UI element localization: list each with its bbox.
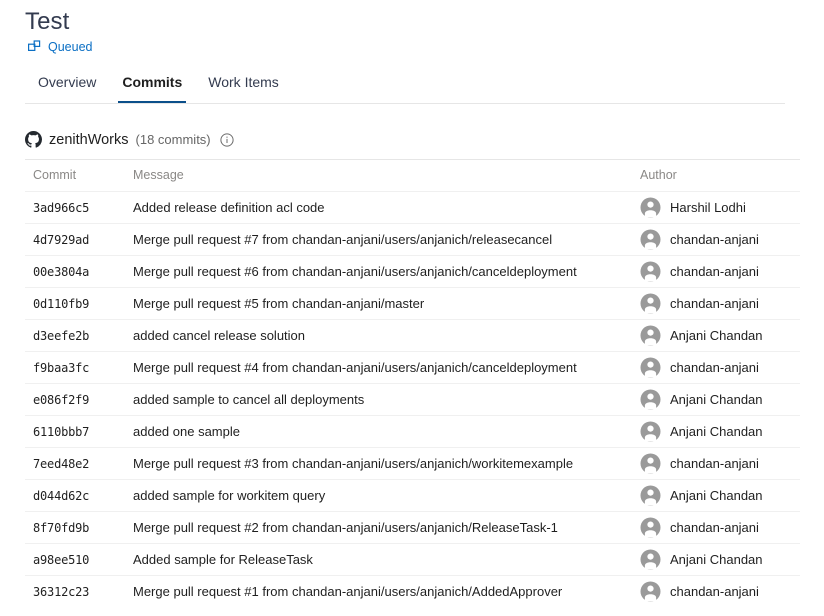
commit-hash[interactable]: 00e3804a bbox=[33, 265, 133, 279]
commit-message: added cancel release solution bbox=[133, 328, 640, 343]
commit-author: chandan-anjani bbox=[640, 293, 800, 314]
commit-author: Anjani Chandan bbox=[640, 549, 800, 570]
author-name: chandan-anjani bbox=[670, 360, 759, 375]
commit-message: added one sample bbox=[133, 424, 640, 439]
status-badge[interactable]: Queued bbox=[28, 39, 92, 55]
table-row[interactable]: 7eed48e2Merge pull request #3 from chand… bbox=[25, 447, 800, 479]
table-row[interactable]: 0d110fb9Merge pull request #5 from chand… bbox=[25, 287, 800, 319]
tab-work-items[interactable]: Work Items bbox=[195, 70, 292, 103]
author-name: Anjani Chandan bbox=[670, 552, 763, 567]
commit-author: chandan-anjani bbox=[640, 581, 800, 602]
avatar bbox=[640, 549, 661, 570]
stacked-squares-icon bbox=[28, 40, 42, 54]
table-row[interactable]: f9baa3fcMerge pull request #4 from chand… bbox=[25, 351, 800, 383]
author-name: chandan-anjani bbox=[670, 456, 759, 471]
avatar bbox=[640, 197, 661, 218]
commit-author: chandan-anjani bbox=[640, 261, 800, 282]
avatar bbox=[640, 229, 661, 250]
commit-hash[interactable]: d044d62c bbox=[33, 489, 133, 503]
table-row[interactable]: 00e3804aMerge pull request #6 from chand… bbox=[25, 255, 800, 287]
commit-author: chandan-anjani bbox=[640, 357, 800, 378]
commit-hash[interactable]: 0d110fb9 bbox=[33, 297, 133, 311]
commit-hash[interactable]: 4d7929ad bbox=[33, 233, 133, 247]
commit-message: Merge pull request #2 from chandan-anjan… bbox=[133, 520, 640, 535]
commit-message: Merge pull request #7 from chandan-anjan… bbox=[133, 232, 640, 247]
github-icon bbox=[25, 131, 42, 148]
author-name: Anjani Chandan bbox=[670, 488, 763, 503]
page-title: Test bbox=[25, 8, 69, 36]
author-name: Anjani Chandan bbox=[670, 328, 763, 343]
author-name: chandan-anjani bbox=[670, 520, 759, 535]
commits-table: Commit Message Author 3ad966c5Added rele… bbox=[25, 159, 800, 607]
tab-commits[interactable]: Commits bbox=[109, 70, 195, 103]
author-name: Anjani Chandan bbox=[670, 392, 763, 407]
author-name: chandan-anjani bbox=[670, 232, 759, 247]
commit-author: Anjani Chandan bbox=[640, 421, 800, 442]
commit-hash[interactable]: 8f70fd9b bbox=[33, 521, 133, 535]
avatar bbox=[640, 453, 661, 474]
commit-message: Added sample for ReleaseTask bbox=[133, 552, 640, 567]
tab-bar: Overview Commits Work Items bbox=[25, 70, 785, 104]
commit-hash[interactable]: e086f2f9 bbox=[33, 393, 133, 407]
status-label: Queued bbox=[48, 39, 92, 55]
avatar bbox=[640, 389, 661, 410]
author-name: Harshil Lodhi bbox=[670, 200, 746, 215]
author-name: chandan-anjani bbox=[670, 584, 759, 599]
commit-message: Merge pull request #4 from chandan-anjan… bbox=[133, 360, 640, 375]
commit-hash[interactable]: 7eed48e2 bbox=[33, 457, 133, 471]
tab-divider bbox=[25, 103, 785, 104]
column-header-commit: Commit bbox=[33, 168, 133, 182]
commit-message: Merge pull request #3 from chandan-anjan… bbox=[133, 456, 640, 471]
table-body: 3ad966c5Added release definition acl cod… bbox=[25, 191, 800, 607]
commits-page: Test Queued Overview Commits Work Items … bbox=[0, 0, 824, 616]
info-icon[interactable] bbox=[220, 133, 234, 147]
avatar bbox=[640, 325, 661, 346]
repo-commit-count: (18 commits) bbox=[136, 132, 211, 147]
column-header-message: Message bbox=[133, 168, 640, 182]
commit-hash[interactable]: a98ee510 bbox=[33, 553, 133, 567]
author-name: chandan-anjani bbox=[670, 296, 759, 311]
commit-hash[interactable]: 36312c23 bbox=[33, 585, 133, 599]
commit-message: Merge pull request #5 from chandan-anjan… bbox=[133, 296, 640, 311]
commit-author: Harshil Lodhi bbox=[640, 197, 800, 218]
column-header-author: Author bbox=[640, 168, 800, 182]
table-row[interactable]: d044d62cadded sample for workitem query A… bbox=[25, 479, 800, 511]
commit-message: Merge pull request #6 from chandan-anjan… bbox=[133, 264, 640, 279]
table-row[interactable]: e086f2f9added sample to cancel all deplo… bbox=[25, 383, 800, 415]
table-row[interactable]: d3eefe2badded cancel release solution Anj… bbox=[25, 319, 800, 351]
repo-name: zenithWorks bbox=[49, 132, 129, 148]
commit-hash[interactable]: d3eefe2b bbox=[33, 329, 133, 343]
avatar bbox=[640, 517, 661, 538]
commit-hash[interactable]: f9baa3fc bbox=[33, 361, 133, 375]
commit-author: Anjani Chandan bbox=[640, 325, 800, 346]
avatar bbox=[640, 421, 661, 442]
commit-message: added sample to cancel all deployments bbox=[133, 392, 640, 407]
tab-overview[interactable]: Overview bbox=[25, 70, 109, 103]
commit-hash[interactable]: 6110bbb7 bbox=[33, 425, 133, 439]
author-name: Anjani Chandan bbox=[670, 424, 763, 439]
commit-author: Anjani Chandan bbox=[640, 485, 800, 506]
commit-author: chandan-anjani bbox=[640, 517, 800, 538]
commit-hash[interactable]: 3ad966c5 bbox=[33, 201, 133, 215]
commit-author: chandan-anjani bbox=[640, 453, 800, 474]
commit-author: chandan-anjani bbox=[640, 229, 800, 250]
commit-author: Anjani Chandan bbox=[640, 389, 800, 410]
table-row[interactable]: 8f70fd9bMerge pull request #2 from chand… bbox=[25, 511, 800, 543]
repo-header: zenithWorks (18 commits) bbox=[25, 131, 234, 148]
avatar bbox=[640, 485, 661, 506]
table-header-row: Commit Message Author bbox=[25, 159, 800, 191]
commit-message: Added release definition acl code bbox=[133, 200, 640, 215]
table-row[interactable]: 6110bbb7added one sample Anjani Chandan bbox=[25, 415, 800, 447]
commit-message: added sample for workitem query bbox=[133, 488, 640, 503]
author-name: chandan-anjani bbox=[670, 264, 759, 279]
avatar bbox=[640, 261, 661, 282]
table-row[interactable]: 4d7929adMerge pull request #7 from chand… bbox=[25, 223, 800, 255]
avatar bbox=[640, 293, 661, 314]
table-row[interactable]: a98ee510Added sample for ReleaseTask Anja… bbox=[25, 543, 800, 575]
table-row[interactable]: 3ad966c5Added release definition acl cod… bbox=[25, 191, 800, 223]
avatar bbox=[640, 581, 661, 602]
avatar bbox=[640, 357, 661, 378]
commit-message: Merge pull request #1 from chandan-anjan… bbox=[133, 584, 640, 599]
table-row[interactable]: 36312c23Merge pull request #1 from chand… bbox=[25, 575, 800, 607]
